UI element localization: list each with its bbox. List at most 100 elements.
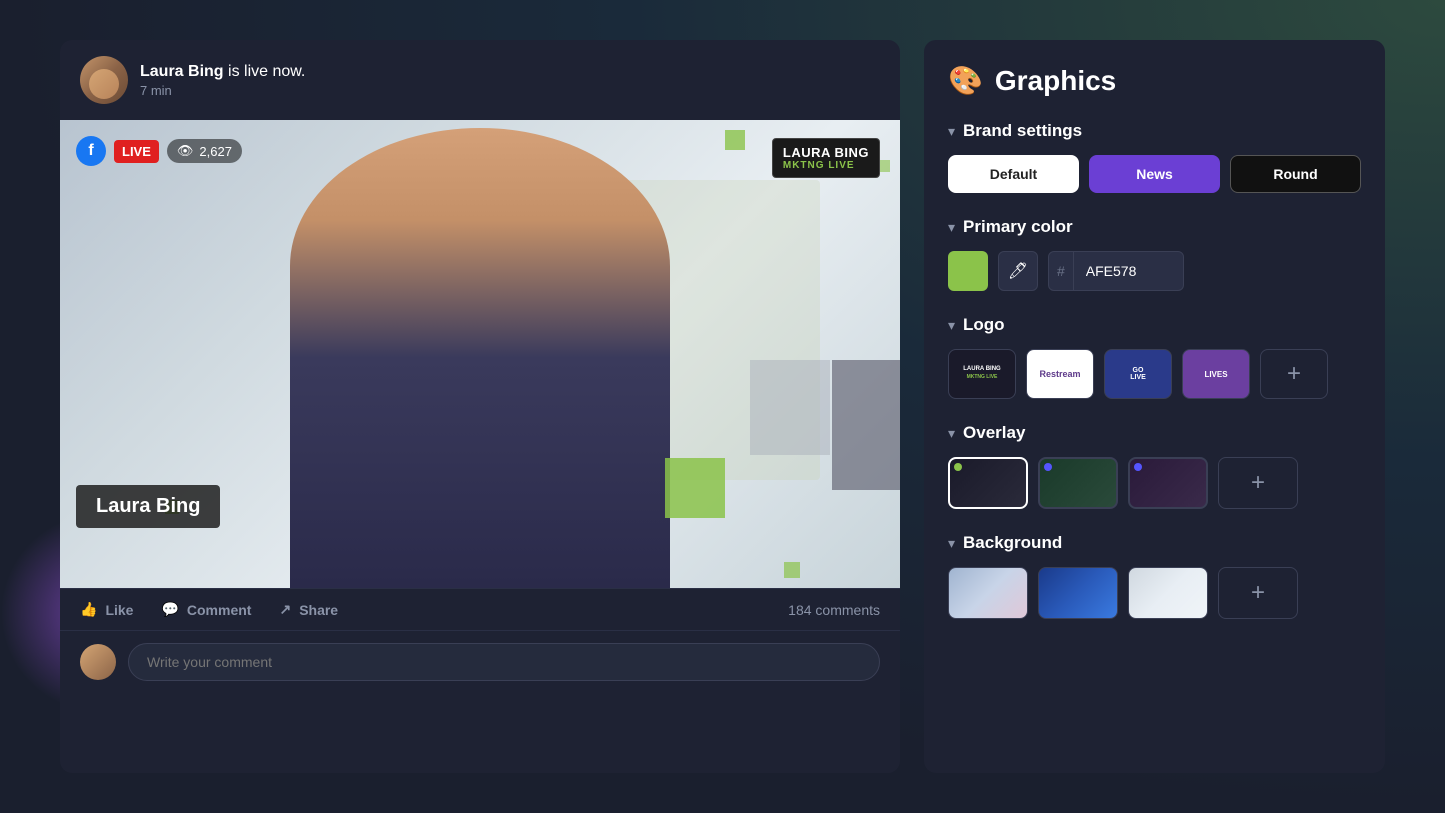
- video-container: f LIVE 2,627 LAURA BING MKTNG LIVE Laura…: [60, 120, 900, 588]
- facebook-icon: f: [76, 136, 106, 166]
- accent-square-4: [665, 458, 725, 518]
- logo-title: Logo: [963, 315, 1005, 335]
- avatar-image: [80, 56, 128, 104]
- brand-sub: MKTNG LIVE: [783, 160, 869, 171]
- comment-icon: 💬: [161, 601, 178, 618]
- background-title: Background: [963, 533, 1062, 553]
- overlay-title: Overlay: [963, 423, 1025, 443]
- primary-color-section: ▾ Primary color 🖊 #: [948, 217, 1361, 291]
- comment-input[interactable]: [128, 643, 880, 681]
- video-brand-watermark: LAURA BING MKTNG LIVE: [772, 138, 880, 178]
- restream-logo-text: Restream: [1039, 369, 1080, 379]
- chevron-down-icon-4: ▾: [948, 425, 955, 442]
- person-silhouette: [290, 128, 670, 588]
- chevron-down-icon: ▾: [948, 123, 955, 140]
- background-header[interactable]: ▾ Background: [948, 533, 1361, 553]
- live-badge: LIVE: [114, 140, 159, 163]
- brand-settings-title: Brand settings: [963, 121, 1082, 141]
- main-content: Laura Bing is live now. 7 min f LIVE: [0, 0, 1445, 813]
- laura-logo-content: LAURA BINGMKTNG LIVE: [963, 366, 1000, 382]
- brand-round-button[interactable]: Round: [1230, 155, 1361, 193]
- background-item-3[interactable]: [1128, 567, 1208, 619]
- logo-item-restream[interactable]: Restream: [1026, 349, 1094, 399]
- background-item-1[interactable]: [948, 567, 1028, 619]
- overlay-section: ▾ Overlay +: [948, 423, 1361, 509]
- color-swatch[interactable]: [948, 251, 988, 291]
- logo-section: ▾ Logo LAURA BINGMKTNG LIVE Restream GOL…: [948, 315, 1361, 399]
- share-button[interactable]: ↗ Share: [279, 601, 338, 618]
- comment-area: [60, 631, 900, 693]
- chevron-down-icon-5: ▾: [948, 535, 955, 552]
- commenter-avatar: [80, 644, 116, 680]
- share-label: Share: [299, 602, 338, 618]
- background-section: ▾ Background +: [948, 533, 1361, 619]
- accent-gray-2: [750, 360, 830, 455]
- graphics-panel: 🎨 Graphics ▾ Brand settings Default News…: [924, 40, 1385, 773]
- comments-count: 184 comments: [788, 602, 880, 618]
- post-actions: 👍 Like 💬 Comment ↗ Share 184 comments: [60, 588, 900, 631]
- eye-icon: [177, 143, 194, 159]
- overlay-dot-2: [1044, 463, 1052, 471]
- overlay-grid: +: [948, 457, 1361, 509]
- view-count-number: 2,627: [199, 144, 232, 159]
- logo-item-golive[interactable]: GOLIVE: [1104, 349, 1172, 399]
- like-label: Like: [105, 602, 133, 618]
- overlay-header[interactable]: ▾ Overlay: [948, 423, 1361, 443]
- logo-grid: LAURA BINGMKTNG LIVE Restream GOLIVE LIV…: [948, 349, 1361, 399]
- share-icon: ↗: [279, 601, 291, 618]
- color-input-wrapper: #: [1048, 251, 1184, 291]
- live-bar: f LIVE 2,627: [76, 136, 242, 166]
- chevron-down-icon-3: ▾: [948, 317, 955, 334]
- add-logo-button[interactable]: +: [1260, 349, 1328, 399]
- post-header: Laura Bing is live now. 7 min: [60, 40, 900, 120]
- comment-button[interactable]: 💬 Comment: [161, 601, 251, 618]
- add-overlay-button[interactable]: +: [1218, 457, 1298, 509]
- primary-color-header[interactable]: ▾ Primary color: [948, 217, 1361, 237]
- view-count: 2,627: [167, 139, 242, 163]
- purple-logo-text: LIVES: [1204, 370, 1227, 379]
- logo-item-laura[interactable]: LAURA BINGMKTNG LIVE: [948, 349, 1016, 399]
- background-grid: +: [948, 567, 1361, 619]
- brand-news-button[interactable]: News: [1089, 155, 1220, 193]
- panel-title: 🎨 Graphics: [948, 64, 1361, 97]
- overlay-item-2[interactable]: [1038, 457, 1118, 509]
- background-item-2[interactable]: [1038, 567, 1118, 619]
- golive-logo-text: GOLIVE: [1130, 367, 1146, 381]
- brand-settings-section: ▾ Brand settings Default News Round: [948, 121, 1361, 193]
- panel-title-text: Graphics: [995, 65, 1116, 97]
- post-author: Laura Bing is live now.: [140, 63, 880, 81]
- lower-third: Laura Bing: [76, 485, 220, 528]
- laura-logo-text: LAURA BINGMKTNG LIVE: [963, 366, 1000, 382]
- overlay-dot-3: [1134, 463, 1142, 471]
- eyedropper-icon: 🖊: [1008, 261, 1028, 281]
- accent-square-5: [784, 562, 800, 578]
- add-background-button[interactable]: +: [1218, 567, 1298, 619]
- comment-label: Comment: [187, 602, 252, 618]
- facebook-panel: Laura Bing is live now. 7 min f LIVE: [60, 40, 900, 773]
- eyedropper-button[interactable]: 🖊: [998, 251, 1038, 291]
- brand-settings-header[interactable]: ▾ Brand settings: [948, 121, 1361, 141]
- post-info: Laura Bing is live now. 7 min: [140, 63, 880, 98]
- color-hex-input[interactable]: [1074, 251, 1184, 291]
- accent-square-1: [725, 130, 745, 150]
- overlay-dot-1: [954, 463, 962, 471]
- logo-item-purple[interactable]: LIVES: [1182, 349, 1250, 399]
- laura-logo-sub: MKTNG LIVE: [967, 374, 998, 380]
- brand-name: LAURA BING: [783, 145, 869, 160]
- logo-header[interactable]: ▾ Logo: [948, 315, 1361, 335]
- avatar: [80, 56, 128, 104]
- palette-icon: 🎨: [948, 64, 983, 97]
- brand-default-button[interactable]: Default: [948, 155, 1079, 193]
- chevron-down-icon-2: ▾: [948, 219, 955, 236]
- accent-gray-1: [832, 360, 900, 490]
- brand-buttons: Default News Round: [948, 155, 1361, 193]
- color-row: 🖊 #: [948, 251, 1361, 291]
- hash-prefix: #: [1048, 251, 1074, 291]
- overlay-item-3[interactable]: [1128, 457, 1208, 509]
- like-button[interactable]: 👍 Like: [80, 601, 133, 618]
- post-time: 7 min: [140, 83, 880, 98]
- like-icon: 👍: [80, 601, 97, 618]
- overlay-item-1[interactable]: [948, 457, 1028, 509]
- avatar-face: [89, 69, 119, 99]
- primary-color-title: Primary color: [963, 217, 1073, 237]
